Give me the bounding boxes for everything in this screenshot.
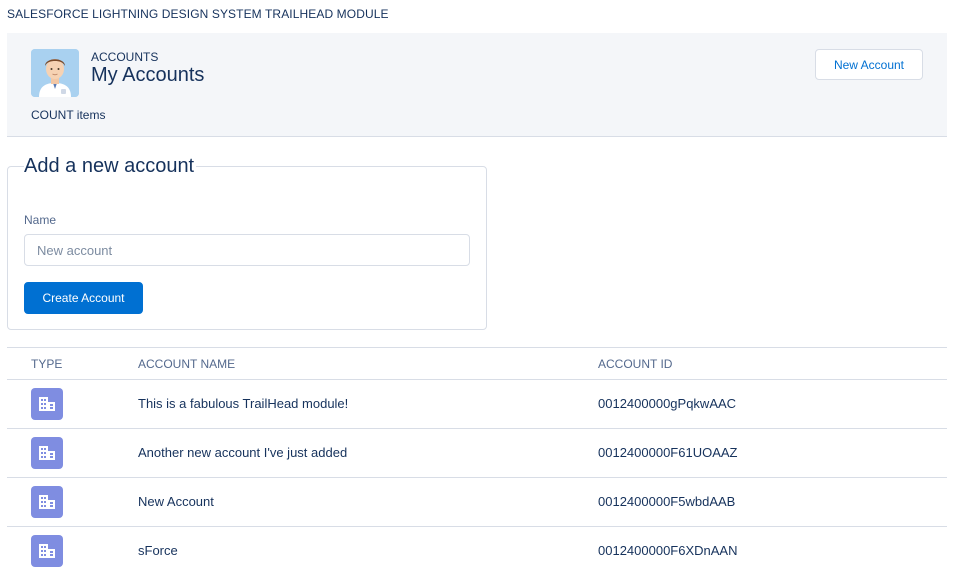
account-name-cell: New Account xyxy=(138,494,214,509)
account-id-cell: 0012400000F61UOAAZ xyxy=(598,445,738,460)
accounts-table: TYPE ACCOUNT NAME ACCOUNT ID This is a f… xyxy=(7,347,947,573)
user-avatar xyxy=(31,49,79,97)
account-name-cell: This is a fabulous TrailHead module! xyxy=(138,396,349,411)
column-header-account-name[interactable]: ACCOUNT NAME xyxy=(138,357,235,371)
item-count: COUNT items xyxy=(31,108,106,122)
account-icon xyxy=(31,486,63,518)
account-name-input[interactable] xyxy=(24,234,470,266)
new-account-button[interactable]: New Account xyxy=(815,49,923,80)
create-account-button[interactable]: Create Account xyxy=(24,282,143,314)
table-row[interactable]: Another new account I've just added 0012… xyxy=(7,429,947,478)
table-row[interactable]: New Account 0012400000F5wbdAAB xyxy=(7,478,947,527)
table-row[interactable]: sForce 0012400000F6XDnAAN xyxy=(7,527,947,573)
app-title: SALESFORCE LIGHTNING DESIGN SYSTEM TRAIL… xyxy=(7,7,389,21)
page-title: My Accounts xyxy=(91,64,205,86)
account-icon xyxy=(31,437,63,469)
account-id-cell: 0012400000F5wbdAAB xyxy=(598,494,736,509)
account-icon xyxy=(31,535,63,567)
column-header-type[interactable]: TYPE xyxy=(31,357,62,371)
account-id-cell: 0012400000gPqkwAAC xyxy=(598,396,737,411)
account-name-cell: Another new account I've just added xyxy=(138,445,348,460)
form-legend: Add a new account xyxy=(24,154,197,178)
account-id-cell: 0012400000F6XDnAAN xyxy=(598,543,738,558)
name-field-label: Name xyxy=(24,213,57,227)
column-header-account-id[interactable]: ACCOUNT ID xyxy=(598,357,672,371)
table-header: TYPE ACCOUNT NAME ACCOUNT ID xyxy=(7,347,947,380)
account-icon xyxy=(31,388,63,420)
page-header: ACCOUNTS My Accounts COUNT items New Acc… xyxy=(7,33,947,137)
table-row[interactable]: This is a fabulous TrailHead module! 001… xyxy=(7,380,947,429)
object-type-label: ACCOUNTS xyxy=(91,50,159,64)
account-name-cell: sForce xyxy=(138,543,178,558)
user-avatar-icon xyxy=(31,49,79,97)
